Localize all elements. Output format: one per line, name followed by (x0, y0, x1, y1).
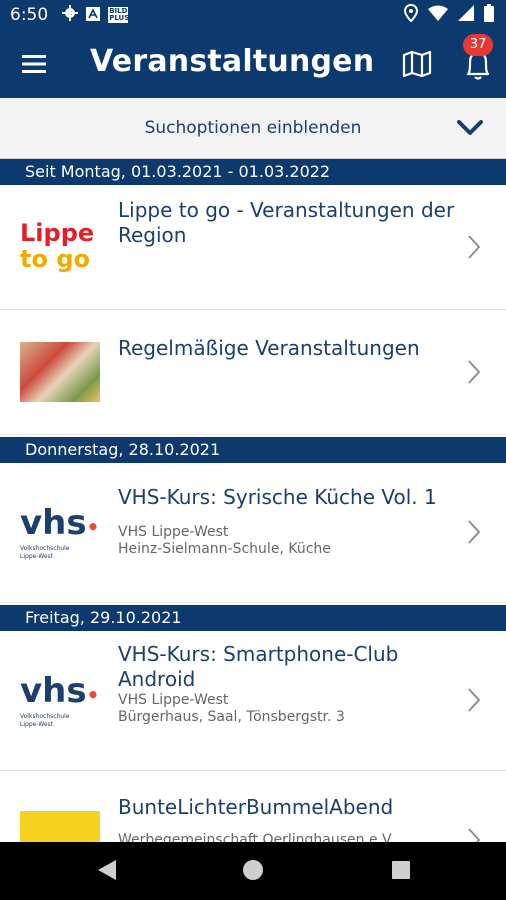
list-item[interactable]: vhs• Volkshochschule Lippe-West VHS-Kurs… (0, 463, 506, 603)
section-header: Donnerstag, 28.10.2021 (0, 437, 506, 463)
gear-icon (62, 5, 79, 25)
notification-badge: 37 (463, 34, 493, 56)
system-nav-bar (0, 842, 506, 900)
chevron-right-icon (466, 233, 482, 261)
chevron-right-icon (466, 686, 482, 714)
item-title: VHS-Kurs: Syrische Küche Vol. 1 (118, 485, 437, 509)
item-organizer: Werbegemeinschaft Oerlinghausen e.V. (118, 832, 395, 842)
search-options-bar[interactable]: Suchoptionen einblenden (0, 98, 506, 159)
list-item[interactable]: BunteLichterBummelAbend Werbegemeinschaf… (0, 771, 506, 842)
back-icon[interactable] (96, 858, 118, 886)
item-location: Bürgerhaus, Saal, Tönsbergstr. 3 (118, 709, 345, 725)
status-time: 6:50 (10, 5, 49, 25)
page-title: Veranstaltungen (90, 44, 375, 79)
a-icon (86, 6, 101, 25)
signal-icon (458, 5, 474, 25)
item-title: Regelmäßige Veranstaltungen (118, 336, 420, 360)
recents-icon[interactable] (390, 858, 412, 886)
yellow-banner (20, 811, 100, 842)
item-organizer: VHS Lippe-West (118, 524, 229, 540)
wifi-icon (428, 5, 448, 25)
chevron-right-icon (466, 826, 482, 842)
chevron-down-icon[interactable] (456, 116, 484, 140)
vhs-logo: vhs• Volkshochschule Lippe-West (20, 671, 100, 728)
item-location: Heinz-Sielmann-Schule, Küche (118, 541, 331, 557)
list-item[interactable]: Regelmäßige Veranstaltungen (0, 310, 506, 435)
event-photo (20, 342, 100, 402)
vhs-logo: vhs• Volkshochschule Lippe-West (20, 503, 100, 560)
item-title: BunteLichterBummelAbend (118, 795, 394, 819)
battery-icon (484, 4, 494, 26)
map-icon[interactable] (400, 48, 434, 80)
list-item[interactable]: Lippe to go Lippe to go - Veranstaltunge… (0, 185, 506, 310)
chevron-right-icon (466, 518, 482, 546)
item-organizer: VHS Lippe-West (118, 692, 229, 708)
item-title: VHS-Kurs: Smartphone-Club Android (118, 642, 399, 691)
chevron-right-icon (466, 358, 482, 386)
item-title: Lippe to go - Veranstaltungen der Region (118, 198, 455, 247)
menu-icon[interactable] (16, 50, 52, 78)
lippe-to-go-logo: Lippe to go (20, 219, 95, 273)
section-header: Freitag, 29.10.2021 (0, 605, 506, 631)
location-icon (403, 3, 419, 26)
home-icon[interactable] (242, 858, 264, 886)
bildplus-icon: BILD PLUS (108, 7, 130, 23)
app-bar: Veranstaltungen (0, 30, 506, 98)
search-options-label: Suchoptionen einblenden (144, 118, 362, 138)
list-item[interactable]: vhs• Volkshochschule Lippe-West VHS-Kurs… (0, 631, 506, 771)
section-header: Seit Montag, 01.03.2021 - 01.03.2022 (0, 159, 506, 185)
status-bar: 6:50 BILD PLUS (0, 0, 506, 30)
